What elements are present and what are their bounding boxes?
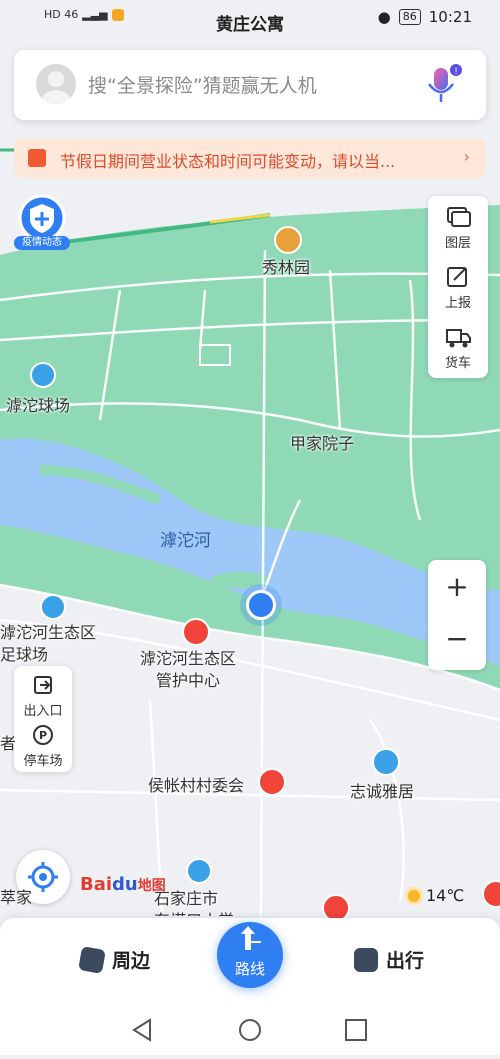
svg-text:P: P [39, 729, 47, 742]
poi-jiajiayuanzi[interactable]: 甲家院子 [290, 430, 354, 454]
parking-icon: P [33, 725, 53, 745]
clock: 10:21 [428, 8, 472, 26]
parking-button[interactable]: P 停车场 [14, 724, 72, 769]
entrance-button[interactable]: 出入口 [14, 674, 72, 719]
travel-button[interactable]: 出行 [354, 946, 424, 973]
school-icon[interactable] [186, 858, 212, 884]
river-label: 滹沱河 [160, 531, 211, 551]
poi-houzhang-village[interactable]: 侯帐村村委会 [148, 772, 244, 796]
zoom-in-button[interactable]: + [428, 570, 486, 603]
truck-button[interactable]: 货车 [428, 324, 488, 371]
status-bar: HD 46 ▂▃▅ 黄庄公寓 ● 86 10:21 [0, 0, 500, 35]
layers-button[interactable]: 图层 [428, 204, 488, 251]
status-right: ● 86 10:21 [378, 8, 472, 26]
route-label: 路线 [234, 960, 265, 978]
layers-icon [447, 207, 471, 227]
notice-text: 节假日期间营业状态和时间可能变动，请以当... [60, 152, 396, 171]
poi-partial-left[interactable]: 萃家 [0, 884, 32, 908]
epidemic-badge[interactable]: 疫情动态 [12, 192, 72, 252]
system-nav-bar [0, 1000, 500, 1055]
poi-xiulinyuan[interactable]: 秀林园 [262, 254, 310, 278]
compass-icon [78, 945, 106, 974]
edit-icon [447, 267, 467, 287]
holiday-notice-banner[interactable]: 节假日期间营业状态和时间可能变动，请以当... › [14, 138, 486, 178]
poi-eco-football[interactable]: 滹沱河生态区 足球场 [0, 622, 96, 666]
travel-icon [354, 947, 378, 972]
poi-school[interactable]: 石家庄市 东塔口小学 [154, 888, 234, 916]
travel-label: 出行 [386, 950, 425, 972]
nearby-button[interactable]: 周边 [78, 945, 151, 974]
svg-text:!: ! [454, 67, 458, 77]
baidu-map-logo: Baidu地图 [80, 874, 166, 895]
zoom-controls: + − [428, 560, 486, 670]
building-icon[interactable] [372, 748, 400, 776]
logo-bai: Bai [80, 874, 113, 895]
landmark-icon[interactable] [274, 226, 302, 254]
logo-suffix: 地图 [137, 878, 166, 894]
location-pin-icon: ● [377, 8, 391, 26]
exit-icon [34, 676, 52, 694]
current-location-marker [246, 590, 276, 620]
poi-tools-panel: 出入口 P 停车场 [14, 666, 72, 772]
battery-indicator: 86 [398, 9, 421, 25]
search-bar[interactable]: 搜“全景探险”猜题赢无人机 ! [14, 50, 486, 120]
truck-icon [446, 329, 471, 348]
temperature: 14℃ [426, 886, 465, 905]
sports-venue-icon[interactable] [30, 362, 56, 388]
recents-icon[interactable] [345, 1019, 367, 1041]
report-button[interactable]: 上报 [428, 264, 488, 311]
star-poi-icon[interactable] [258, 768, 286, 796]
epidemic-badge-label: 疫情动态 [14, 236, 70, 250]
sun-icon [408, 889, 420, 902]
avatar[interactable] [36, 64, 76, 104]
poi-partial-left[interactable]: 者 [0, 730, 16, 754]
voice-mic-icon[interactable]: ! [422, 62, 462, 106]
sports-venue-icon[interactable] [40, 594, 66, 620]
poi-hutuo-court[interactable]: 滹沱球场 [6, 392, 70, 416]
back-icon[interactable] [132, 1018, 151, 1042]
poi-zhicheng[interactable]: 志诚雅居 [350, 778, 414, 802]
parking-label: 停车场 [23, 754, 63, 769]
logo-du: du [112, 874, 138, 895]
poi-eco-center[interactable]: 滹沱河生态区 管护中心 [140, 648, 236, 692]
entrance-label: 出入口 [23, 704, 63, 719]
weather-widget: 14℃ [408, 886, 464, 905]
layers-label: 图层 [444, 236, 471, 251]
zoom-out-button[interactable]: − [428, 622, 486, 655]
star-poi-icon[interactable] [182, 618, 210, 646]
route-arrow-icon [241, 926, 261, 950]
map-tools-panel: 图层 上报 货车 [428, 196, 488, 378]
report-label: 上报 [444, 296, 471, 311]
route-button[interactable]: 路线 [217, 922, 283, 988]
truck-label: 货车 [444, 356, 471, 371]
chevron-right-icon: › [463, 147, 470, 166]
nearby-label: 周边 [112, 950, 151, 972]
search-input[interactable]: 搜“全景探险”猜题赢无人机 [88, 71, 317, 98]
speaker-icon [28, 149, 46, 167]
home-icon[interactable] [239, 1019, 261, 1041]
